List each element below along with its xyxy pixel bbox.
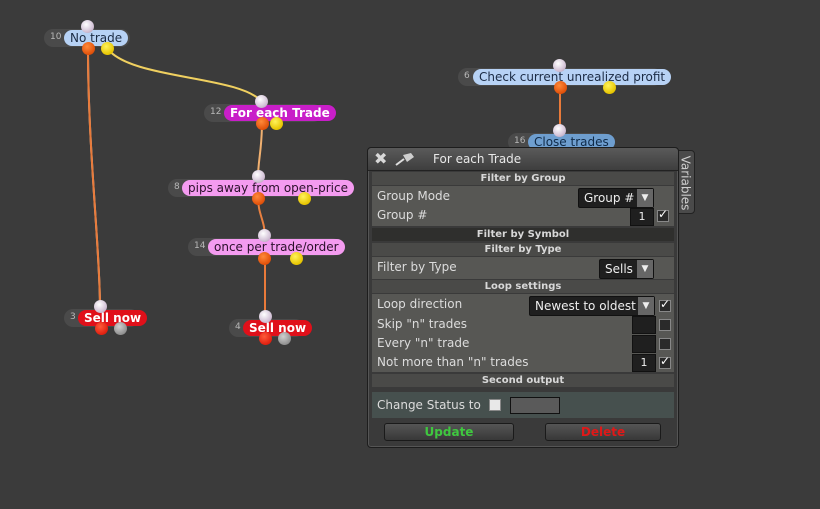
- output-connector[interactable]: [270, 117, 283, 130]
- output-connector[interactable]: [298, 192, 311, 205]
- input-connector[interactable]: [252, 170, 265, 183]
- skip-n-input[interactable]: [632, 316, 656, 334]
- output-connector[interactable]: [101, 42, 114, 55]
- chevron-down-icon: ▼: [637, 189, 653, 207]
- panel-title: For each Trade: [433, 152, 522, 166]
- group-num-label: Group #: [377, 208, 428, 222]
- node-number: 16: [514, 136, 526, 146]
- loop-direction-value: Newest to oldest: [535, 299, 636, 313]
- section-second-output[interactable]: Second output: [372, 374, 674, 387]
- not-more-n-checkbox[interactable]: [659, 354, 671, 369]
- skip-n-checkbox[interactable]: [659, 319, 671, 331]
- node-label: Check current unrealized profit: [473, 69, 672, 85]
- section-loop-settings[interactable]: Loop settings: [372, 280, 674, 293]
- properties-panel: ✖ For each Trade Filter by Group Group M…: [367, 147, 679, 448]
- change-status-input[interactable]: [510, 397, 560, 414]
- change-status-checkbox[interactable]: [489, 399, 501, 411]
- group-num-checkbox[interactable]: [657, 207, 669, 222]
- output-connector[interactable]: [95, 322, 108, 335]
- input-connector[interactable]: [553, 124, 566, 137]
- wire-10-orange: [87, 47, 101, 308]
- output-connector[interactable]: [290, 252, 303, 265]
- every-n-checkbox[interactable]: [659, 338, 671, 350]
- output-connector[interactable]: [554, 81, 567, 94]
- node-number: 10: [50, 32, 62, 42]
- output-connector[interactable]: [278, 332, 291, 345]
- input-connector[interactable]: [255, 95, 268, 108]
- node-number: 14: [194, 241, 206, 251]
- output-connector[interactable]: [603, 81, 616, 94]
- not-more-n-label: Not more than "n" trades: [377, 355, 529, 369]
- output-connector[interactable]: [82, 42, 95, 55]
- node-number: 8: [174, 182, 180, 192]
- loop-direction-label: Loop direction: [377, 297, 463, 311]
- skip-n-label: Skip "n" trades: [377, 317, 468, 331]
- variables-tab[interactable]: Variables: [677, 150, 695, 214]
- section-filter-by-type[interactable]: Filter by Type: [372, 243, 674, 256]
- pin-icon[interactable]: [394, 151, 416, 167]
- every-n-input[interactable]: [632, 335, 656, 353]
- group-mode-label: Group Mode: [377, 189, 451, 203]
- change-status-label: Change Status to: [377, 398, 481, 412]
- node-label: No trade: [64, 30, 129, 46]
- chevron-down-icon: ▼: [638, 297, 654, 315]
- output-connector[interactable]: [114, 322, 127, 335]
- node-number: 12: [210, 107, 222, 117]
- close-icon[interactable]: ✖: [374, 149, 387, 168]
- section-filter-by-group[interactable]: Filter by Group: [372, 172, 674, 185]
- filter-type-label: Filter by Type: [377, 260, 457, 274]
- output-connector[interactable]: [252, 192, 265, 205]
- input-connector[interactable]: [258, 229, 271, 242]
- group-mode-select[interactable]: Group # ▼: [578, 188, 654, 208]
- filter-type-value: Sells: [605, 262, 633, 276]
- output-connector[interactable]: [259, 332, 272, 345]
- wire-10-to-12: [106, 47, 263, 103]
- delete-button[interactable]: Delete: [545, 423, 661, 441]
- node-number: 3: [70, 312, 76, 322]
- every-n-label: Every "n" trade: [377, 336, 470, 350]
- filter-type-select[interactable]: Sells ▼: [599, 259, 654, 279]
- input-connector[interactable]: [81, 20, 94, 33]
- chevron-down-icon: ▼: [637, 260, 653, 278]
- output-connector[interactable]: [256, 117, 269, 130]
- panel-titlebar[interactable]: ✖ For each Trade: [368, 148, 678, 171]
- node-label: Sell now: [78, 310, 148, 326]
- update-button[interactable]: Update: [384, 423, 514, 441]
- input-connector[interactable]: [553, 59, 566, 72]
- section-filter-by-symbol[interactable]: Filter by Symbol: [372, 228, 674, 241]
- group-num-input[interactable]: 1: [630, 208, 654, 226]
- variables-tab-label: Variables: [678, 155, 693, 211]
- loop-direction-select[interactable]: Newest to oldest ▼: [529, 296, 655, 316]
- node-label: Sell now: [243, 320, 313, 336]
- node-number: 6: [464, 71, 470, 81]
- not-more-n-input[interactable]: 1: [632, 354, 656, 372]
- node-label: once per trade/order: [208, 239, 345, 255]
- node-label: pips away from open-price: [182, 180, 354, 196]
- input-connector[interactable]: [94, 300, 107, 313]
- loop-direction-checkbox[interactable]: [659, 297, 671, 312]
- output-connector[interactable]: [258, 252, 271, 265]
- group-mode-value: Group #: [584, 191, 635, 205]
- input-connector[interactable]: [259, 310, 272, 323]
- node-number: 4: [235, 322, 241, 332]
